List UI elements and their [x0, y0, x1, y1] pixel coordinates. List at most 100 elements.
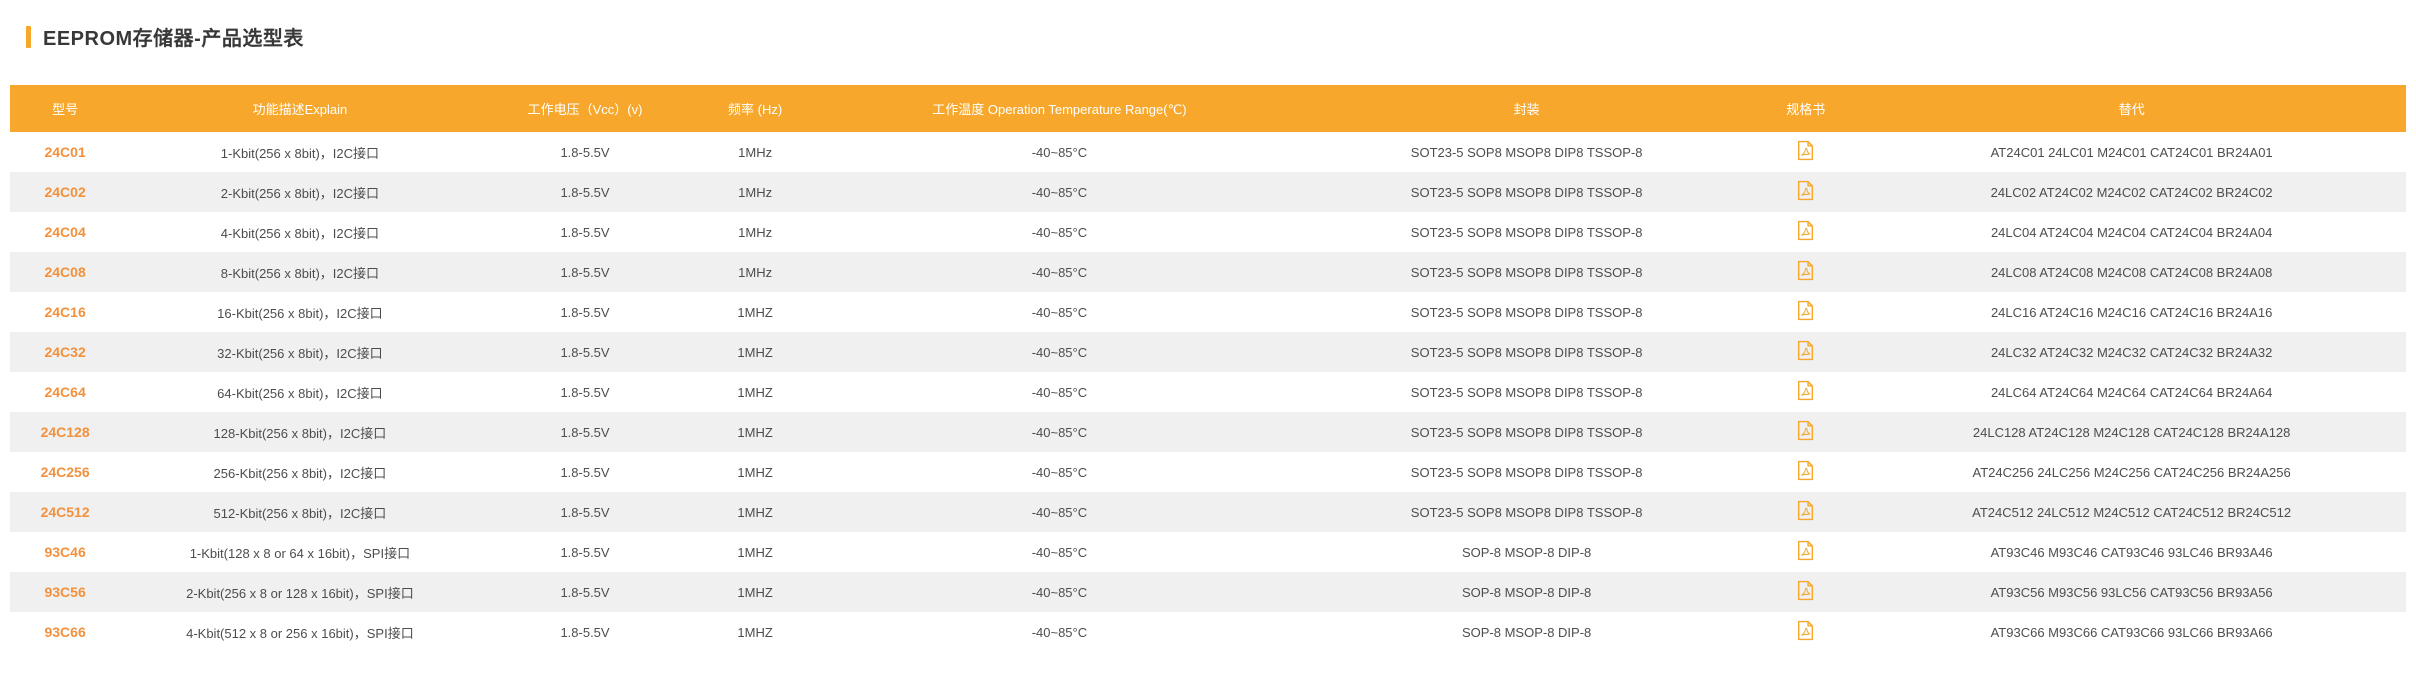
- model-cell: 24C256: [10, 452, 120, 492]
- frequency-cell: 1MHz: [690, 212, 819, 252]
- datasheet-cell: [1754, 212, 1857, 252]
- datasheet-cell: [1754, 332, 1857, 372]
- table-row: 93C66 4-Kbit(512 x 8 or 256 x 16bit)，SPI…: [10, 612, 2406, 652]
- datasheet-cell: [1754, 492, 1857, 532]
- frequency-cell: 1MHZ: [690, 332, 819, 372]
- package-cell: SOT23-5 SOP8 MSOP8 DIP8 TSSOP-8: [1299, 372, 1754, 412]
- pdf-file-icon[interactable]: [1797, 580, 1814, 601]
- description-cell: 512-Kbit(256 x 8bit)，I2C接口: [120, 492, 479, 532]
- description-cell: 1-Kbit(256 x 8bit)，I2C接口: [120, 132, 479, 172]
- replacement-cell: AT93C56 M93C56 93LC56 CAT93C56 BR93A56: [1857, 572, 2406, 612]
- model-link[interactable]: 24C02: [44, 184, 85, 200]
- model-cell: 24C01: [10, 132, 120, 172]
- replacement-cell: AT24C01 24LC01 M24C01 CAT24C01 BR24A01: [1857, 132, 2406, 172]
- model-link[interactable]: 24C16: [44, 304, 85, 320]
- voltage-cell: 1.8-5.5V: [480, 492, 691, 532]
- table-row: 24C128 128-Kbit(256 x 8bit)，I2C接口 1.8-5.…: [10, 412, 2406, 452]
- model-cell: 93C66: [10, 612, 120, 652]
- pdf-file-icon[interactable]: [1797, 180, 1814, 201]
- frequency-cell: 1MHZ: [690, 452, 819, 492]
- model-cell: 93C46: [10, 532, 120, 572]
- description-cell: 32-Kbit(256 x 8bit)，I2C接口: [120, 332, 479, 372]
- model-link[interactable]: 24C01: [44, 144, 85, 160]
- voltage-cell: 1.8-5.5V: [480, 532, 691, 572]
- model-link[interactable]: 93C66: [44, 624, 85, 640]
- replacement-cell: AT93C46 M93C46 CAT93C46 93LC46 BR93A46: [1857, 532, 2406, 572]
- model-cell: 24C04: [10, 212, 120, 252]
- replacement-cell: 24LC04 AT24C04 M24C04 CAT24C04 BR24A04: [1857, 212, 2406, 252]
- model-cell: 24C32: [10, 332, 120, 372]
- package-cell: SOT23-5 SOP8 MSOP8 DIP8 TSSOP-8: [1299, 332, 1754, 372]
- replacement-cell: AT93C66 M93C66 CAT93C66 93LC66 BR93A66: [1857, 612, 2406, 652]
- temperature-cell: -40~85°C: [820, 212, 1299, 252]
- model-link[interactable]: 93C46: [44, 544, 85, 560]
- replacement-cell: AT24C512 24LC512 M24C512 CAT24C512 BR24C…: [1857, 492, 2406, 532]
- pdf-file-icon[interactable]: [1797, 500, 1814, 521]
- column-header-replacement: 替代: [1857, 85, 2406, 132]
- column-header-datasheet: 规格书: [1754, 85, 1857, 132]
- column-header-frequency: 频率 (Hz): [690, 85, 819, 132]
- pdf-file-icon[interactable]: [1797, 540, 1814, 561]
- voltage-cell: 1.8-5.5V: [480, 332, 691, 372]
- voltage-cell: 1.8-5.5V: [480, 372, 691, 412]
- pdf-file-icon[interactable]: [1797, 420, 1814, 441]
- pdf-file-icon[interactable]: [1797, 220, 1814, 241]
- pdf-file-icon[interactable]: [1797, 620, 1814, 641]
- temperature-cell: -40~85°C: [820, 372, 1299, 412]
- model-link[interactable]: 24C32: [44, 344, 85, 360]
- pdf-file-icon[interactable]: [1797, 340, 1814, 361]
- model-cell: 24C02: [10, 172, 120, 212]
- table-row: 24C64 64-Kbit(256 x 8bit)，I2C接口 1.8-5.5V…: [10, 372, 2406, 412]
- pdf-file-icon[interactable]: [1797, 300, 1814, 321]
- table-row: 24C02 2-Kbit(256 x 8bit)，I2C接口 1.8-5.5V …: [10, 172, 2406, 212]
- voltage-cell: 1.8-5.5V: [480, 412, 691, 452]
- voltage-cell: 1.8-5.5V: [480, 252, 691, 292]
- table-row: 93C46 1-Kbit(128 x 8 or 64 x 16bit)，SPI接…: [10, 532, 2406, 572]
- package-cell: SOT23-5 SOP8 MSOP8 DIP8 TSSOP-8: [1299, 292, 1754, 332]
- replacement-cell: 24LC16 AT24C16 M24C16 CAT24C16 BR24A16: [1857, 292, 2406, 332]
- replacement-cell: 24LC02 AT24C02 M24C02 CAT24C02 BR24C02: [1857, 172, 2406, 212]
- model-link[interactable]: 24C64: [44, 384, 85, 400]
- frequency-cell: 1MHZ: [690, 412, 819, 452]
- package-cell: SOT23-5 SOP8 MSOP8 DIP8 TSSOP-8: [1299, 492, 1754, 532]
- datasheet-cell: [1754, 412, 1857, 452]
- model-cell: 24C64: [10, 372, 120, 412]
- pdf-file-icon[interactable]: [1797, 460, 1814, 481]
- voltage-cell: 1.8-5.5V: [480, 212, 691, 252]
- model-link[interactable]: 24C512: [41, 504, 90, 520]
- model-link[interactable]: 24C04: [44, 224, 85, 240]
- package-cell: SOP-8 MSOP-8 DIP-8: [1299, 612, 1754, 652]
- voltage-cell: 1.8-5.5V: [480, 132, 691, 172]
- temperature-cell: -40~85°C: [820, 532, 1299, 572]
- temperature-cell: -40~85°C: [820, 412, 1299, 452]
- table-row: 24C32 32-Kbit(256 x 8bit)，I2C接口 1.8-5.5V…: [10, 332, 2406, 372]
- replacement-cell: 24LC08 AT24C08 M24C08 CAT24C08 BR24A08: [1857, 252, 2406, 292]
- voltage-cell: 1.8-5.5V: [480, 612, 691, 652]
- model-cell: 24C08: [10, 252, 120, 292]
- temperature-cell: -40~85°C: [820, 292, 1299, 332]
- datasheet-cell: [1754, 292, 1857, 332]
- replacement-cell: 24LC64 AT24C64 M24C64 CAT24C64 BR24A64: [1857, 372, 2406, 412]
- column-header-model: 型号: [10, 85, 120, 132]
- description-cell: 64-Kbit(256 x 8bit)，I2C接口: [120, 372, 479, 412]
- model-cell: 24C512: [10, 492, 120, 532]
- table-row: 24C16 16-Kbit(256 x 8bit)，I2C接口 1.8-5.5V…: [10, 292, 2406, 332]
- package-cell: SOT23-5 SOP8 MSOP8 DIP8 TSSOP-8: [1299, 172, 1754, 212]
- description-cell: 128-Kbit(256 x 8bit)，I2C接口: [120, 412, 479, 452]
- pdf-file-icon[interactable]: [1797, 260, 1814, 281]
- column-header-description: 功能描述Explain: [120, 85, 479, 132]
- model-link[interactable]: 24C128: [41, 424, 90, 440]
- model-link[interactable]: 24C08: [44, 264, 85, 280]
- temperature-cell: -40~85°C: [820, 572, 1299, 612]
- description-cell: 1-Kbit(128 x 8 or 64 x 16bit)，SPI接口: [120, 532, 479, 572]
- package-cell: SOT23-5 SOP8 MSOP8 DIP8 TSSOP-8: [1299, 212, 1754, 252]
- replacement-cell: 24LC32 AT24C32 M24C32 CAT24C32 BR24A32: [1857, 332, 2406, 372]
- model-link[interactable]: 24C256: [41, 464, 90, 480]
- pdf-file-icon[interactable]: [1797, 380, 1814, 401]
- model-link[interactable]: 93C56: [44, 584, 85, 600]
- description-cell: 16-Kbit(256 x 8bit)，I2C接口: [120, 292, 479, 332]
- voltage-cell: 1.8-5.5V: [480, 452, 691, 492]
- pdf-file-icon[interactable]: [1797, 140, 1814, 161]
- frequency-cell: 1MHZ: [690, 372, 819, 412]
- datasheet-cell: [1754, 132, 1857, 172]
